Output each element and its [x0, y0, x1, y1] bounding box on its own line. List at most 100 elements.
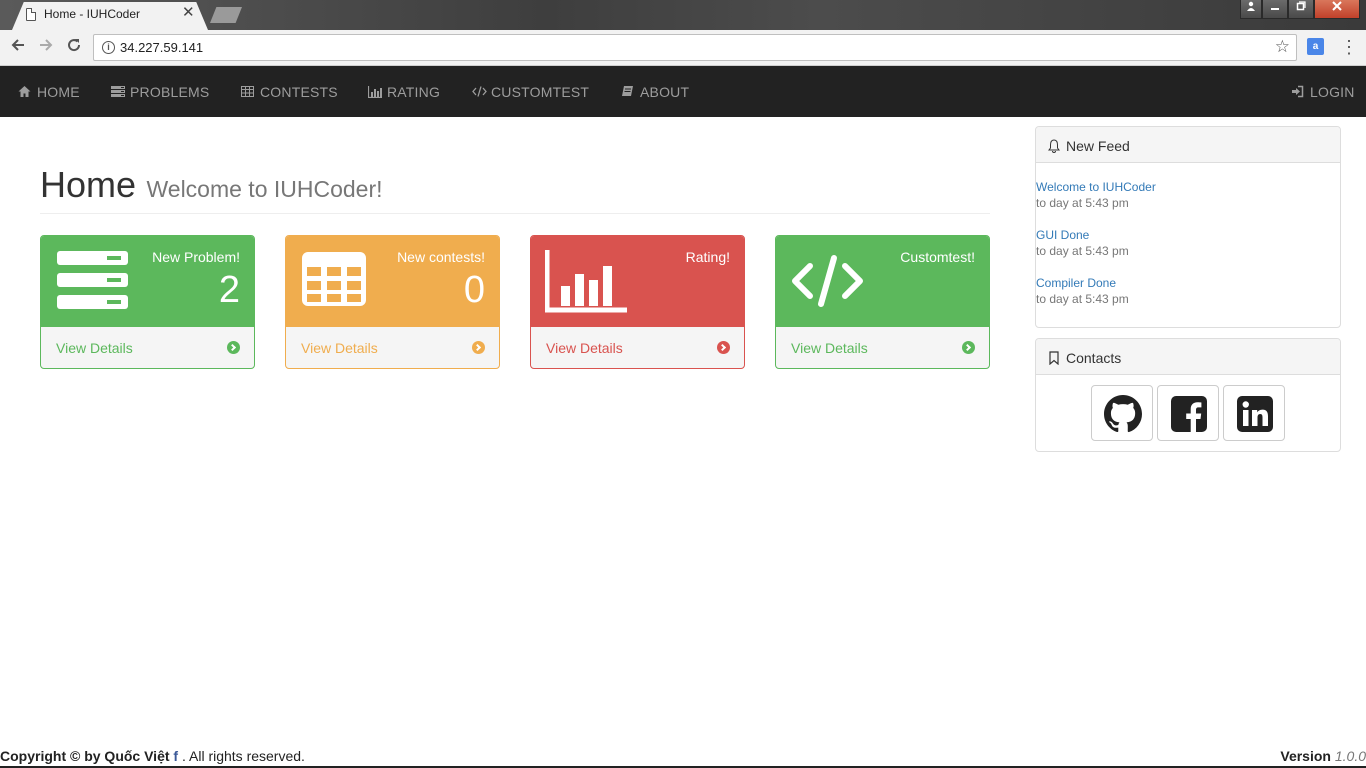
feed-item-link[interactable]: Compiler Done — [1036, 276, 1129, 290]
nav-rating-label: RATING — [387, 83, 441, 100]
nav-rating[interactable]: RATING — [367, 66, 441, 117]
nav-customtest-label: CUSTOMTEST — [491, 83, 590, 100]
bell-icon — [1048, 138, 1060, 153]
page-subtitle: Welcome to IUHCoder! — [146, 176, 383, 202]
feed-item-link[interactable]: GUI Done — [1036, 228, 1129, 242]
forward-icon[interactable] — [35, 36, 57, 58]
panel-heading: Customtest! — [776, 236, 989, 327]
new-contests-panel: New contests! 0 View Details — [285, 235, 500, 369]
feed-item: Compiler Done to day at 5:43 pm — [1036, 276, 1129, 306]
panel-caption: New contests! — [397, 249, 485, 265]
view-details-link[interactable]: View Details — [286, 327, 499, 368]
view-details-label[interactable]: View Details — [301, 340, 378, 356]
reload-icon[interactable] — [63, 36, 85, 58]
feed-item-time: to day at 5:43 pm — [1036, 244, 1129, 258]
login-label: LOGIN — [1310, 83, 1355, 100]
bookmark-icon — [1049, 350, 1059, 365]
page-title: Home — [40, 164, 137, 205]
code-icon — [792, 255, 863, 307]
panel-heading: Rating! — [531, 236, 744, 327]
bar-chart-icon — [367, 85, 382, 99]
nav-contests[interactable]: CONTESTS — [241, 66, 338, 117]
view-details-label[interactable]: View Details — [546, 340, 623, 356]
copyright: Copyright © by Quốc Việt f . All rights … — [0, 748, 305, 764]
facebook-button[interactable] — [1157, 385, 1219, 441]
back-icon[interactable] — [7, 36, 29, 58]
github-icon — [1104, 395, 1142, 433]
close-window-icon[interactable] — [1314, 0, 1360, 19]
panel-heading: New Problem! 2 — [41, 236, 254, 327]
page-header: Home Welcome to IUHCoder! — [40, 164, 990, 214]
rating-panel: Rating! View Details — [530, 235, 745, 369]
sign-in-icon — [1291, 85, 1304, 98]
feed-item: Welcome to IUHCoder to day at 5:43 pm — [1036, 180, 1156, 210]
linkedin-icon — [1237, 396, 1273, 432]
new-tab-button[interactable] — [210, 7, 242, 23]
version-number: 1.0.0 — [1334, 748, 1366, 764]
view-details-link[interactable]: View Details — [776, 327, 989, 368]
view-details-link[interactable]: View Details — [41, 327, 254, 368]
nav-about[interactable]: ABOUT — [621, 66, 689, 117]
login-button[interactable]: LOGIN — [1291, 66, 1355, 117]
arrow-circle-right-icon — [717, 341, 730, 354]
version-label: Version — [1280, 748, 1331, 764]
restore-icon[interactable] — [1288, 0, 1314, 19]
view-details-label[interactable]: View Details — [791, 340, 868, 356]
nav-contests-label: CONTESTS — [260, 83, 338, 100]
profile-icon[interactable] — [1240, 0, 1262, 19]
new-problem-panel: New Problem! 2 View Details — [40, 235, 255, 369]
panel-heading: New contests! 0 — [286, 236, 499, 327]
home-icon — [18, 85, 31, 98]
bookmark-star-icon[interactable]: ☆ — [1275, 37, 1290, 57]
view-details-link[interactable]: View Details — [531, 327, 744, 368]
url-text[interactable]: 34.227.59.141 — [120, 40, 203, 55]
info-icon[interactable]: i — [102, 41, 115, 54]
facebook-icon — [1171, 396, 1207, 433]
new-feed-title: New Feed — [1066, 137, 1130, 154]
nav-about-label: ABOUT — [640, 83, 690, 100]
book-icon — [621, 85, 634, 98]
panel-caption: Customtest! — [900, 249, 975, 265]
tab-title: Home - IUHCoder — [44, 7, 141, 21]
nav-problems[interactable]: PROBLEMS — [111, 66, 209, 117]
view-details-label[interactable]: View Details — [56, 340, 133, 356]
new-feed-heading: New Feed — [1036, 127, 1340, 163]
github-button[interactable] — [1091, 385, 1153, 441]
browser-titlebar: Home - IUHCoder ✕ — [0, 0, 1366, 30]
panel-caption: Rating! — [685, 249, 730, 265]
contacts-heading: Contacts — [1036, 339, 1340, 375]
facebook-icon[interactable]: f — [173, 748, 178, 764]
arrow-circle-right-icon — [472, 341, 485, 354]
customtest-panel: Customtest! View Details — [775, 235, 990, 369]
footer: Copyright © by Quốc Việt f . All rights … — [0, 742, 1366, 768]
list-icon — [111, 85, 125, 98]
version: Version 1.0.0 — [1280, 748, 1366, 764]
panel-caption: New Problem! — [152, 249, 240, 265]
minimize-icon[interactable] — [1262, 0, 1288, 19]
feed-item-link[interactable]: Welcome to IUHCoder — [1036, 180, 1156, 194]
contacts-panel: Contacts — [1035, 338, 1341, 452]
browser-menu-icon[interactable]: ⋮ — [1340, 36, 1358, 58]
feed-item-time: to day at 5:43 pm — [1036, 196, 1129, 210]
bar-chart-icon — [545, 250, 627, 313]
arrow-circle-right-icon — [962, 341, 975, 354]
panel-count: 2 — [218, 269, 240, 311]
feed-item-time: to day at 5:43 pm — [1036, 292, 1129, 306]
table-icon — [241, 85, 254, 98]
arrow-circle-right-icon — [227, 341, 240, 354]
rights-text: . All rights reserved. — [181, 748, 305, 764]
contacts-title: Contacts — [1066, 349, 1122, 366]
new-feed-panel: New Feed Welcome to IUHCoder to day at 5… — [1035, 126, 1341, 328]
tab-close-icon[interactable]: ✕ — [182, 5, 195, 21]
table-icon — [302, 252, 366, 306]
translate-icon[interactable]: a — [1307, 38, 1324, 55]
nav-problems-label: PROBLEMS — [130, 83, 210, 100]
nav-home[interactable]: HOME — [18, 66, 80, 117]
window-controls — [1240, 0, 1360, 19]
nav-customtest[interactable]: CUSTOMTEST — [472, 66, 589, 117]
code-icon — [472, 85, 487, 98]
page-icon — [26, 8, 36, 21]
linkedin-button[interactable] — [1223, 385, 1285, 441]
address-bar[interactable]: i 34.227.59.141 ☆ — [93, 34, 1297, 61]
nav-home-label: HOME — [37, 83, 80, 100]
